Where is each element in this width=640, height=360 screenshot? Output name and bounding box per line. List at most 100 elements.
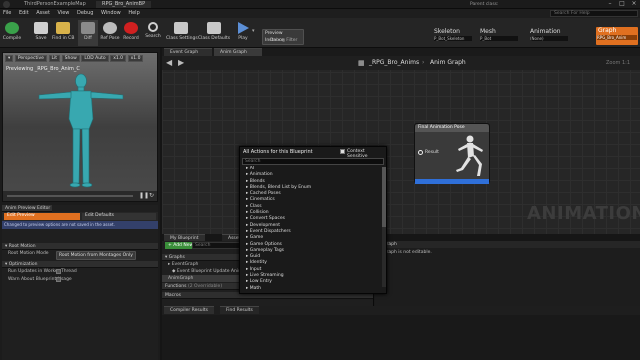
actions-context-menu: All Actions for this Blueprint Context S… xyxy=(239,146,387,294)
record-button[interactable]: Record xyxy=(122,20,140,46)
diff-button[interactable]: Diff xyxy=(78,20,98,46)
ref-pose-icon xyxy=(103,22,117,34)
tab-find-results[interactable]: Find Results xyxy=(220,306,259,314)
edit-defaults-tab[interactable]: Edit Defaults xyxy=(82,213,156,220)
ref-pose-button[interactable]: Ref Pose xyxy=(100,20,120,46)
mode-mesh[interactable]: Mesh P_Bot xyxy=(480,28,518,44)
action-category-item[interactable]: ▸ Math xyxy=(240,286,386,292)
action-category-label: Event Dispatchers xyxy=(249,228,291,234)
loop-icon[interactable]: ↻ xyxy=(149,192,154,199)
tab-compiler-results[interactable]: Compiler Results xyxy=(164,306,214,314)
window-tab[interactable]: RPG_Bro_AnimBP xyxy=(96,1,152,8)
breadcrumb-graph[interactable]: Anim Graph xyxy=(430,59,466,66)
timeline-track[interactable] xyxy=(7,195,133,197)
save-icon xyxy=(34,22,48,34)
help-search-input[interactable]: Search For Help xyxy=(550,10,638,17)
find-in-cb-button[interactable]: Find in CB xyxy=(52,20,74,46)
action-category-label: Blends, Blend List by Enum xyxy=(249,184,312,190)
breadcrumb-asset[interactable]: _RPG_Bro_Anims xyxy=(369,59,419,66)
node-footer xyxy=(415,179,489,184)
anim-preview-tab[interactable]: Anim Preview Editor xyxy=(2,205,52,212)
viewport-menu-button[interactable]: ▾ xyxy=(5,55,14,62)
search-icon xyxy=(148,22,158,32)
preview-viewport[interactable]: ▾ Perspective Lit Show LOD Auto x1.0 x1.… xyxy=(2,52,158,202)
breadcrumb-separator-icon: › xyxy=(422,59,425,66)
zoom-level: Zoom 1:1 xyxy=(606,60,631,66)
edit-preview-tab[interactable]: Edit Preview xyxy=(4,213,80,220)
app-title: ThirdPersonExampleMap xyxy=(24,1,86,7)
root-motion-mode-row: Root Motion Mode Root Motion from Montag… xyxy=(2,250,158,260)
menu-window[interactable]: Window xyxy=(101,10,121,16)
close-icon[interactable]: × xyxy=(628,0,640,9)
worker-thread-checkbox[interactable] xyxy=(56,269,61,274)
results-panel: Compiler Results Find Results xyxy=(162,306,640,360)
minimize-icon[interactable]: – xyxy=(604,0,616,9)
camera-speed-button[interactable]: x1.0 xyxy=(127,55,144,62)
menu-view[interactable]: View xyxy=(58,10,70,16)
find-in-cb-icon xyxy=(56,22,70,34)
details-header: Graph xyxy=(375,241,640,248)
menu-help[interactable]: Help xyxy=(128,10,139,16)
class-settings-button[interactable]: Class Settings xyxy=(166,20,198,46)
graph-icon: ▦ xyxy=(358,59,365,67)
worker-thread-row: Run Updates in Worker Thread xyxy=(8,269,77,274)
mode-graph[interactable]: Graph RPG_Bro_Anim xyxy=(596,27,638,45)
show-button[interactable]: Show xyxy=(61,55,80,62)
menu-edit[interactable]: Edit xyxy=(19,10,29,16)
action-category-label: Game Options xyxy=(249,241,282,247)
details-panel: Graph Graph is not editable. xyxy=(375,234,640,306)
actions-scrollbar[interactable] xyxy=(382,167,386,287)
record-icon xyxy=(124,22,138,34)
warn-blueprint-checkbox[interactable] xyxy=(56,277,61,282)
back-arrow-icon[interactable]: ◀ xyxy=(166,58,172,67)
action-category-label: Game xyxy=(249,235,264,241)
action-category-label: Convert Spaces xyxy=(249,216,285,222)
actions-search-input[interactable]: Search xyxy=(242,158,384,165)
tab-anim-graph[interactable]: Anim Graph xyxy=(214,48,262,56)
node-title: Final Animation Pose xyxy=(415,124,489,132)
final-animation-pose-node[interactable]: Final Animation Pose Result xyxy=(414,123,490,184)
root-motion-section[interactable]: ▾ Root Motion xyxy=(2,243,158,250)
tab-event-graph[interactable]: Event Graph xyxy=(164,48,212,56)
play-options-chevron-icon[interactable]: ▾ xyxy=(252,28,255,34)
action-category-label: Cinematics xyxy=(249,197,275,203)
root-motion-mode-select[interactable]: Root Motion from Montages Only xyxy=(56,251,136,260)
context-sensitive-checkbox[interactable] xyxy=(340,149,345,154)
mode-skeleton[interactable]: Skeleton P_Bot_Skeleton xyxy=(434,28,472,44)
breadcrumb: ◀ ▶ ▦ _RPG_Bro_Anims › Anim Graph Zoom 1… xyxy=(162,56,640,70)
playback-speed-button[interactable]: x1.0 xyxy=(110,55,127,62)
action-category-label: Development xyxy=(249,222,280,228)
mode-animation[interactable]: Animation (None) xyxy=(530,28,568,44)
viewport-toolbar: ▾ Perspective Lit Show LOD Auto x1.0 x1.… xyxy=(5,55,144,62)
menu-debug[interactable]: Debug xyxy=(77,10,93,16)
action-category-label: Guid xyxy=(249,254,261,260)
lit-button[interactable]: Lit xyxy=(48,55,61,62)
result-pin-icon[interactable] xyxy=(418,150,423,155)
maximize-icon[interactable]: □ xyxy=(616,0,628,9)
action-category-label: Low Entry xyxy=(249,279,272,285)
title-bar: ThirdPersonExampleMap RPG_Bro_AnimBP Par… xyxy=(0,0,640,15)
menu-file[interactable]: File xyxy=(3,10,11,16)
perspective-button[interactable]: Perspective xyxy=(14,55,47,62)
lod-auto-button[interactable]: LOD Auto xyxy=(81,55,109,62)
preview-info-banner: Changed to preview options are not saved… xyxy=(2,221,158,229)
play-button[interactable]: Play xyxy=(234,20,252,46)
toolbar: Compile Save Find in CB Diff Ref Pose Re… xyxy=(0,18,640,48)
unreal-logo-icon xyxy=(3,1,10,8)
compile-button[interactable]: Compile xyxy=(2,20,22,46)
running-pose-icon xyxy=(456,135,483,176)
forward-arrow-icon[interactable]: ▶ xyxy=(178,58,184,67)
graph-tab-bar: Event Graph Anim Graph xyxy=(162,48,640,56)
action-category-label: Cached Poses xyxy=(249,191,281,197)
class-defaults-button[interactable]: Class Defaults xyxy=(198,20,230,46)
pause-icon[interactable]: ❚❚ xyxy=(139,192,149,199)
menu-asset[interactable]: Asset xyxy=(36,10,50,16)
optimization-section[interactable]: ▾ Optimization xyxy=(2,261,158,268)
tab-my-blueprint[interactable]: My Blueprint xyxy=(164,234,205,241)
details-message: Graph is not editable. xyxy=(383,250,432,255)
search-button[interactable]: Search xyxy=(144,20,162,46)
action-category-label: Math xyxy=(249,285,261,291)
save-button[interactable]: Save xyxy=(32,20,50,46)
play-icon xyxy=(237,22,249,34)
action-category-label: Animation xyxy=(249,172,273,178)
